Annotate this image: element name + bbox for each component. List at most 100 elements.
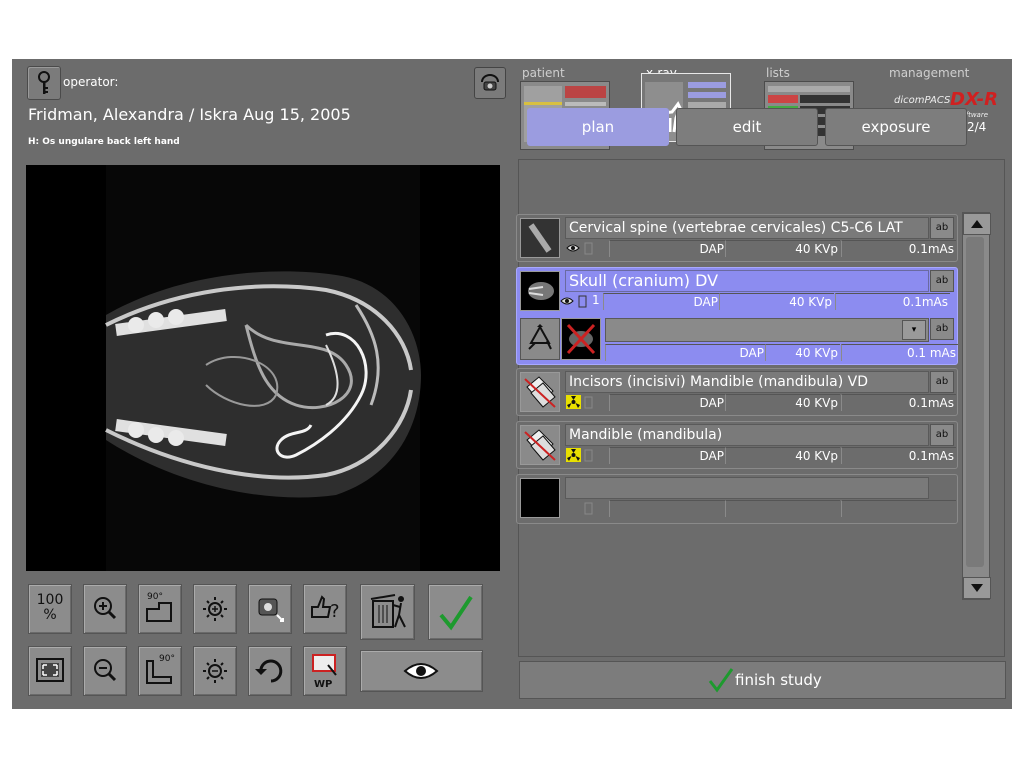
exam-status-icons <box>565 500 609 516</box>
radiation-trash-icons <box>566 448 593 462</box>
dap-value: DAP <box>609 447 726 464</box>
exam-title: Mandible (mandibula) <box>565 424 929 446</box>
operator-key-button[interactable] <box>27 66 61 100</box>
xray-image-viewer[interactable] <box>26 165 500 571</box>
svg-text:90°: 90° <box>159 654 175 664</box>
radiation-trash-icons <box>566 395 593 409</box>
trash-bin-icon <box>370 594 406 628</box>
recycle-icon <box>528 324 552 350</box>
dap-value: DAP <box>609 394 726 411</box>
magnifier-tool-button[interactable] <box>248 584 292 634</box>
rotate-clockwise-button[interactable]: 90° <box>138 584 182 634</box>
dap-value: DAP <box>605 344 766 361</box>
tab-plan[interactable]: plan <box>527 108 669 146</box>
retake-button[interactable] <box>520 318 560 360</box>
dap-value: DAP <box>609 240 726 257</box>
trash-icon <box>584 502 593 515</box>
camera-refresh-icon <box>481 74 499 91</box>
undo-button[interactable] <box>248 646 292 696</box>
exposure-params <box>565 500 956 517</box>
exam-status-icons <box>565 240 609 256</box>
fit-to-screen-button[interactable] <box>28 646 72 696</box>
checkmark-icon <box>439 595 473 631</box>
window-preset-button[interactable]: WP <box>303 646 347 696</box>
exam-list-scrollbar[interactable] <box>962 212 991 600</box>
film-crossed-icon <box>524 429 556 461</box>
zoom-out-icon <box>94 659 117 682</box>
delete-image-button[interactable] <box>360 584 415 640</box>
tab-edit[interactable]: edit <box>676 108 818 146</box>
exam-row-skull[interactable]: Skull (cranium) DV ab 1 DAP 40 KVp 0.1mA… <box>516 267 958 365</box>
preview-eye-button[interactable] <box>360 650 483 692</box>
rotate-minus-90-icon: 90° <box>146 654 175 684</box>
mas-value <box>841 500 956 517</box>
eye-icon <box>403 663 439 679</box>
edit-reject-button[interactable]: ab <box>930 318 954 340</box>
edit-title-button[interactable]: ab <box>930 270 954 292</box>
page-indicator: 2/4 <box>967 120 987 134</box>
exam-thumbnail <box>520 271 560 311</box>
image-count: 1 <box>592 293 600 307</box>
scroll-up-button[interactable] <box>963 213 991 235</box>
nav-lists-label[interactable]: lists <box>766 66 790 80</box>
kvp-value: 40 KVp <box>725 240 840 257</box>
arrow-down-icon <box>971 584 983 592</box>
edit-title-button[interactable]: ab <box>930 217 954 239</box>
chevron-down-icon[interactable]: ▾ <box>902 320 926 340</box>
query-help-button[interactable]: ? <box>303 584 347 634</box>
finish-study-button[interactable]: finish study <box>519 661 1006 699</box>
scroll-track[interactable] <box>966 237 984 567</box>
zoom-100-button[interactable]: 100% <box>28 584 72 634</box>
film-crossed-icon <box>524 376 556 408</box>
exam-status-icons: 1 <box>559 293 603 309</box>
exposure-params: DAP 40 KVp 0.1mAs <box>565 240 956 257</box>
exam-row-mandible[interactable]: Mandible (mandibula) ab DAP 40 KVp 0.1mA… <box>516 421 958 469</box>
mas-value: 0.1mAs <box>841 447 956 464</box>
reject-reason-dropdown[interactable]: ▾ <box>605 318 929 342</box>
zoom-out-button[interactable] <box>83 646 127 696</box>
edit-title-button[interactable]: ab <box>930 424 954 446</box>
rotate-counterclockwise-button[interactable]: 90° <box>138 646 182 696</box>
empty-thumbnail <box>520 478 560 518</box>
exam-status-icons <box>565 447 609 463</box>
exam-row-incisors[interactable]: Incisors (incisivi) Mandible (mandibula)… <box>516 368 958 416</box>
exposure-params: 1 DAP 40 KVp 0.1mAs <box>559 293 954 310</box>
tab-exposure[interactable]: exposure <box>825 108 967 146</box>
svg-text:?: ? <box>330 601 340 622</box>
brightness-down-icon <box>203 659 227 683</box>
fit-screen-icon <box>36 658 64 682</box>
kvp-value: 40 KVp <box>719 293 834 310</box>
checkmark-icon <box>708 668 734 693</box>
zoom-in-button[interactable] <box>83 584 127 634</box>
zoom-in-icon <box>94 597 117 620</box>
scroll-down-button[interactable] <box>963 577 991 599</box>
study-label: H: Os ungulare back left hand <box>28 137 180 147</box>
skull-xray-thumbnail <box>521 272 559 310</box>
exam-row-cervical-spine[interactable]: Cervical spine (vertebrae cervicales) C5… <box>516 214 958 262</box>
exam-title: Skull (cranium) DV <box>565 270 929 292</box>
window-preset-icon: WP <box>312 654 337 690</box>
rotate-90-icon: 90° <box>146 592 172 622</box>
svg-text:WP: WP <box>314 679 332 690</box>
edit-title-button[interactable]: ab <box>930 371 954 393</box>
rejected-image-thumbnail[interactable] <box>561 318 601 360</box>
kvp-value: 40 KVp <box>725 447 840 464</box>
device-status-button[interactable] <box>474 67 506 99</box>
mas-value: 0.1mAs <box>841 394 956 411</box>
brightness-down-button[interactable] <box>193 646 237 696</box>
nav-patient-label[interactable]: patient <box>522 66 565 80</box>
brightness-up-button[interactable] <box>193 584 237 634</box>
rejected-x-icon <box>566 323 596 355</box>
brightness-up-icon <box>203 597 227 621</box>
dap-value <box>609 500 726 517</box>
skull-xray-image <box>26 165 500 571</box>
nav-management-label[interactable]: management <box>889 66 969 80</box>
exam-row-empty[interactable] <box>516 474 958 524</box>
kvp-value: 40 KVp <box>725 394 840 411</box>
accept-image-button[interactable] <box>428 584 483 640</box>
exposure-params: DAP 40 KVp 0.1mAs <box>565 447 956 464</box>
finish-study-label: finish study <box>735 671 822 689</box>
exposure-params: DAP 40 KVp 0.1 mAs <box>605 344 958 361</box>
exam-thumbnail <box>520 218 560 258</box>
magnifier-lens-icon <box>258 598 284 622</box>
